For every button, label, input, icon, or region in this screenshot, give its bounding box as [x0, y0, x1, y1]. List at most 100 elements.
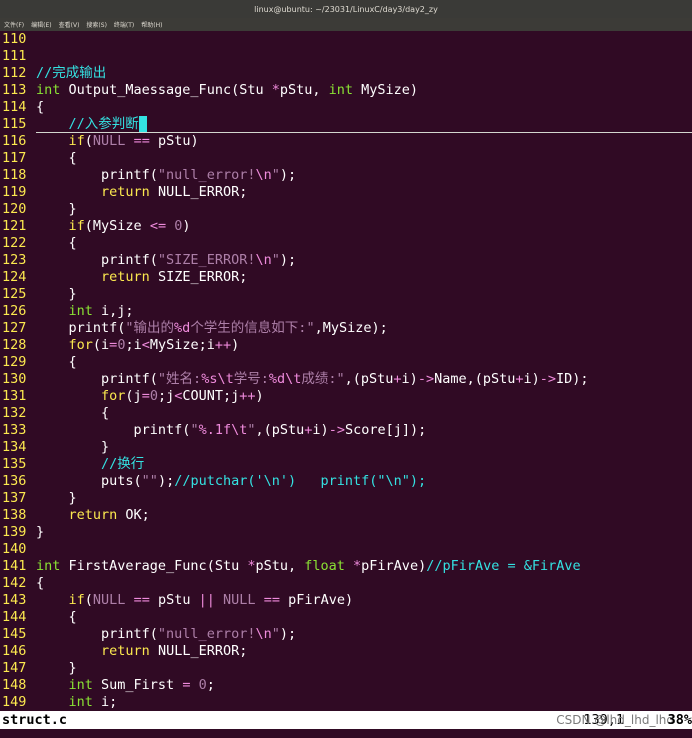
code-line[interactable]: 111 [0, 48, 692, 65]
code-token: return [101, 269, 150, 285]
code-line[interactable]: 135 //换行 [0, 456, 692, 473]
line-number: 135 [2, 456, 27, 472]
code-line[interactable]: 125 } [0, 286, 692, 303]
code-line[interactable]: 144 { [0, 609, 692, 626]
line-number: 113 [2, 82, 27, 98]
menu-view[interactable]: 查看(V) [59, 20, 80, 29]
menu-file[interactable]: 文件(F) [4, 20, 24, 29]
code-token: } [36, 490, 77, 506]
code-token: printf( [36, 422, 191, 438]
line-number: 129 [2, 354, 27, 370]
menu-search[interactable]: 搜索(S) [86, 20, 107, 29]
code-token: } [36, 524, 45, 540]
code-line[interactable]: 113 int Output_Maessage_Func(Stu *pStu, i… [0, 82, 692, 99]
line-number: 143 [2, 592, 27, 608]
code-line[interactable]: 112 //完成输出 [0, 65, 692, 82]
window-titlebar[interactable]: linux@ubuntu: ~/23031/LinuxC/day3/day2_z… [0, 0, 692, 18]
code-line[interactable]: 120 } [0, 201, 692, 218]
code-line[interactable]: 131 for(j=0;j<COUNT;j++) [0, 388, 692, 405]
code-line[interactable]: 116 if(NULL == pStu) [0, 133, 692, 150]
menu-edit[interactable]: 编辑(E) [31, 20, 51, 29]
code-line[interactable]: 139} [0, 524, 692, 541]
code-token: for [68, 337, 93, 353]
code-token: pStu) [149, 133, 199, 149]
line-number: 112 [2, 65, 27, 81]
code-token: < [141, 337, 150, 353]
code-line[interactable]: 140 [0, 541, 692, 558]
code-line[interactable]: 136 puts("");//putchar('\n') printf("\n"… [0, 473, 692, 490]
code-line[interactable]: 124 return SIZE_ERROR; [0, 269, 692, 286]
code-token: == [133, 133, 150, 149]
code-text: printf("null_error!\n"); [36, 626, 296, 643]
code-line[interactable]: 137 } [0, 490, 692, 507]
line-number: 138 [2, 507, 27, 523]
code-line[interactable]: 143 if(NULL == pStu || NULL == pFirAve) [0, 592, 692, 609]
line-number: 126 [2, 303, 27, 319]
code-line[interactable]: 149 int i; [0, 694, 692, 711]
code-token: "输出的 [125, 320, 175, 336]
code-text: return NULL_ERROR; [36, 184, 247, 201]
code-token: } [36, 439, 110, 455]
code-token: pFirAve) [279, 592, 354, 608]
code-line[interactable]: 134 } [0, 439, 692, 456]
code-token: pStu [149, 592, 199, 608]
code-line[interactable]: 114 { [0, 99, 692, 116]
menu-terminal[interactable]: 终端(T) [114, 20, 134, 29]
code-line[interactable]: 129 { [0, 354, 692, 371]
command-line[interactable] [0, 729, 692, 738]
code-token: " [271, 167, 280, 183]
code-text: { [36, 405, 109, 422]
code-token: 学号: [233, 371, 269, 387]
line-number: 144 [2, 609, 27, 625]
code-line[interactable]: 146 return NULL_ERROR; [0, 643, 692, 660]
code-token: SIZE_ERROR; [149, 269, 248, 285]
menu-help[interactable]: 帮助(H) [141, 20, 162, 29]
code-token: NULL_ERROR; [149, 643, 248, 659]
code-text: printf("%.1f\t",(pStu+i)->Score[j]); [36, 422, 427, 439]
code-line[interactable]: 138 return OK; [0, 507, 692, 524]
code-line[interactable]: 115 //入参判断 [0, 116, 692, 133]
code-line[interactable]: 127 printf("输出的%d个学生的信息如下:",MySize); [0, 320, 692, 337]
code-line[interactable]: 119 return NULL_ERROR; [0, 184, 692, 201]
code-line[interactable]: 145 printf("null_error!\n"); [0, 626, 692, 643]
code-line[interactable]: 130 printf("姓名:%s\t学号:%d\t成绩:",(pStu+i)-… [0, 371, 692, 388]
code-line[interactable]: 122 { [0, 235, 692, 252]
code-line[interactable]: 133 printf("%.1f\t",(pStu+i)->Score[j]); [0, 422, 692, 439]
code-line[interactable]: 142 { [0, 575, 692, 592]
vim-editor[interactable]: 110 111 112 //完成输出 113 int Output_Maessage_Fu… [0, 31, 692, 711]
code-token: MySize;i [149, 337, 215, 353]
code-line[interactable]: 110 [0, 31, 692, 48]
code-token: * [353, 558, 362, 574]
code-token: Score[j]); [344, 422, 427, 438]
code-token: { [36, 609, 77, 625]
code-text: } [36, 201, 77, 218]
code-text: //完成输出 [36, 65, 106, 82]
code-line[interactable]: 123 printf("SIZE_ERROR!\n"); [0, 252, 692, 269]
line-number: 147 [2, 660, 27, 676]
code-line[interactable]: 148 int Sum_First = 0; [0, 677, 692, 694]
code-line[interactable]: 117 { [0, 150, 692, 167]
code-line[interactable]: 141 int FirstAverage_Func(Stu * pStu, floa… [0, 558, 692, 575]
code-token: NULL [92, 133, 126, 149]
code-token: int [68, 677, 93, 693]
code-token: " [247, 422, 256, 438]
code-line[interactable]: 147 } [0, 660, 692, 677]
code-line[interactable]: 132 { [0, 405, 692, 422]
code-line[interactable]: 121 if(MySize <= 0) [0, 218, 692, 235]
code-line[interactable]: 128 for(i=0;i<MySize;i++) [0, 337, 692, 354]
line-number: 149 [2, 694, 27, 710]
code-line[interactable]: 126 int i,j; [0, 303, 692, 320]
code-text: if(MySize <= 0) [36, 218, 191, 235]
code-token: ( [84, 592, 93, 608]
line-number: 122 [2, 235, 27, 251]
code-line[interactable]: 118 printf("null_error!\n"); [0, 167, 692, 184]
code-token: "" [141, 473, 158, 489]
code-text: } [36, 524, 44, 541]
code-text: { [36, 575, 44, 592]
